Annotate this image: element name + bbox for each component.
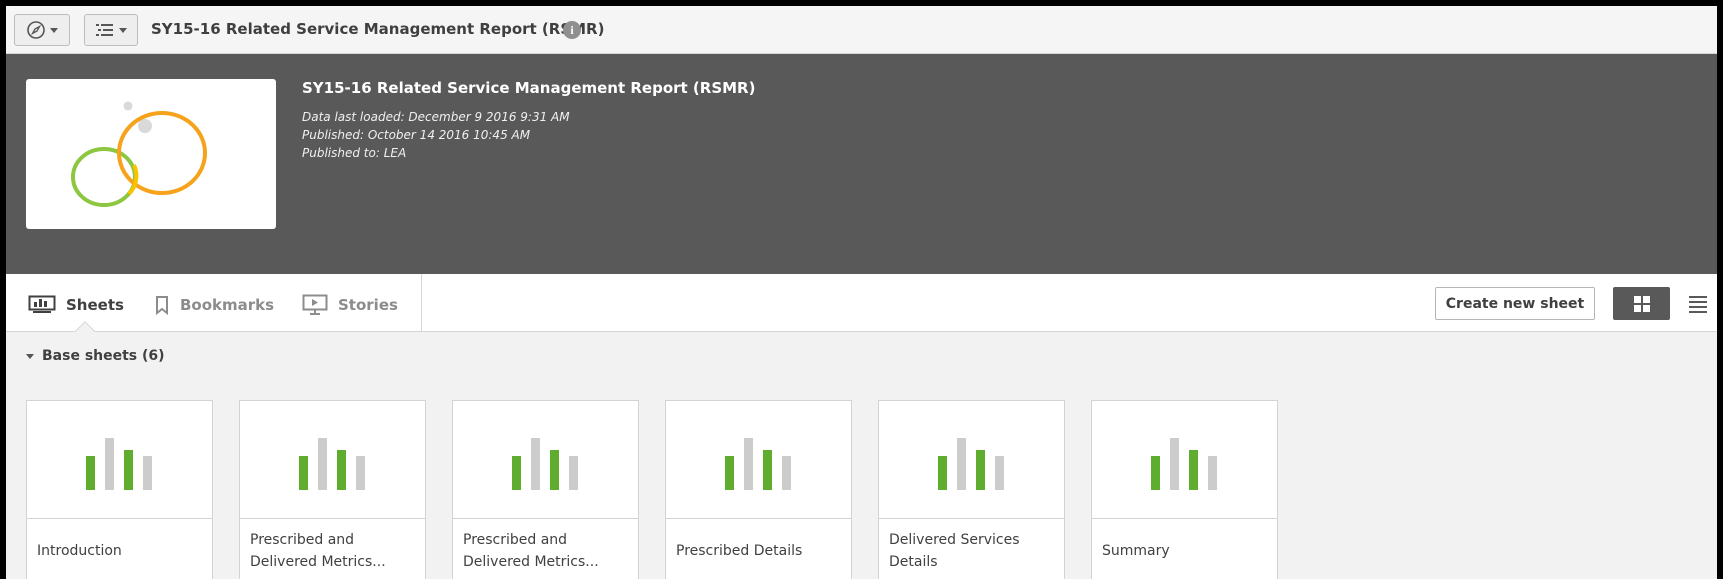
sheet-title: Prescribed and Delivered Metrics... <box>463 532 599 570</box>
sheet-card[interactable]: Prescribed Details <box>665 400 852 579</box>
chevron-down-icon <box>50 27 58 33</box>
content-tabs-bar: Sheets Bookmarks Stories Create new shee… <box>6 274 1717 341</box>
sheet-title: Prescribed and Delivered Metrics... <box>250 532 386 570</box>
app-details-title: SY15-16 Related Service Management Repor… <box>302 79 756 97</box>
grid-view-button[interactable] <box>1613 287 1670 320</box>
sheet-thumbnail <box>453 401 638 519</box>
tab-sheets-label: Sheets <box>66 296 124 314</box>
sheet-thumbnail <box>1092 401 1277 519</box>
app-thumbnail <box>26 79 276 229</box>
sheet-thumbnail <box>240 401 425 519</box>
published-date: Published: October 14 2016 10:45 AM <box>302 128 531 142</box>
sheet-card[interactable]: Delivered Services Details <box>878 400 1065 579</box>
sheet-chart-icon <box>1151 438 1217 490</box>
bookmark-icon <box>156 296 168 315</box>
active-tab-pointer <box>75 321 95 341</box>
sheet-title: Summary <box>1102 543 1170 559</box>
tab-bookmarks[interactable]: Bookmarks <box>154 293 274 317</box>
sheet-chart-icon <box>725 438 791 490</box>
navigation-menu-button[interactable] <box>14 14 70 46</box>
sheet-title: Introduction <box>37 543 122 559</box>
sheet-title: Prescribed Details <box>676 543 803 559</box>
tab-divider <box>421 274 422 331</box>
sheet-chart-icon <box>512 438 578 490</box>
tab-stories[interactable]: Stories <box>302 293 398 317</box>
tab-bookmarks-label: Bookmarks <box>180 296 275 314</box>
app-details-panel: SY15-16 Related Service Management Repor… <box>6 54 1717 274</box>
sheet-thumbnail <box>666 401 851 519</box>
stories-icon <box>302 294 328 315</box>
list-view-icon <box>1689 296 1707 313</box>
list-view-button[interactable] <box>1687 292 1709 316</box>
global-menu-button[interactable] <box>84 14 138 46</box>
sheet-card[interactable]: Prescribed and Delivered Metrics... <box>239 400 426 579</box>
grid-view-icon <box>1633 295 1650 312</box>
data-last-loaded: Data last loaded: December 9 2016 9:31 A… <box>302 110 570 124</box>
info-icon[interactable]: i <box>563 21 581 39</box>
base-sheets-section-toggle[interactable]: Base sheets (6) <box>26 348 165 364</box>
app-overview: SY15-16 Related Service Management Repor… <box>6 6 1717 579</box>
sheets-icon <box>28 295 56 313</box>
sheet-card[interactable]: Prescribed and Delivered Metrics... <box>452 400 639 579</box>
app-title: SY15-16 Related Service Management Repor… <box>151 20 605 38</box>
app-logo <box>71 101 207 207</box>
sheet-chart-icon <box>86 438 152 490</box>
sheet-card[interactable]: Summary <box>1091 400 1278 579</box>
sheet-card[interactable]: Introduction <box>26 400 213 579</box>
tab-stories-label: Stories <box>338 296 398 314</box>
sheet-thumbnail <box>879 401 1064 519</box>
sheet-title: Delivered Services Details <box>889 532 1020 570</box>
sheet-chart-icon <box>299 438 365 490</box>
chevron-down-icon <box>26 353 34 359</box>
list-icon <box>96 24 113 36</box>
top-toolbar: SY15-16 Related Service Management Repor… <box>6 6 1717 54</box>
published-to: Published to: LEA <box>302 146 407 160</box>
section-title: Base sheets (6) <box>42 348 165 364</box>
tab-sheets[interactable]: Sheets <box>28 293 124 317</box>
sheet-chart-icon <box>938 438 1004 490</box>
create-new-sheet-button[interactable]: Create new sheet <box>1435 287 1595 320</box>
sheet-thumbnail <box>27 401 212 519</box>
chevron-down-icon <box>119 27 127 33</box>
compass-icon <box>27 21 45 39</box>
